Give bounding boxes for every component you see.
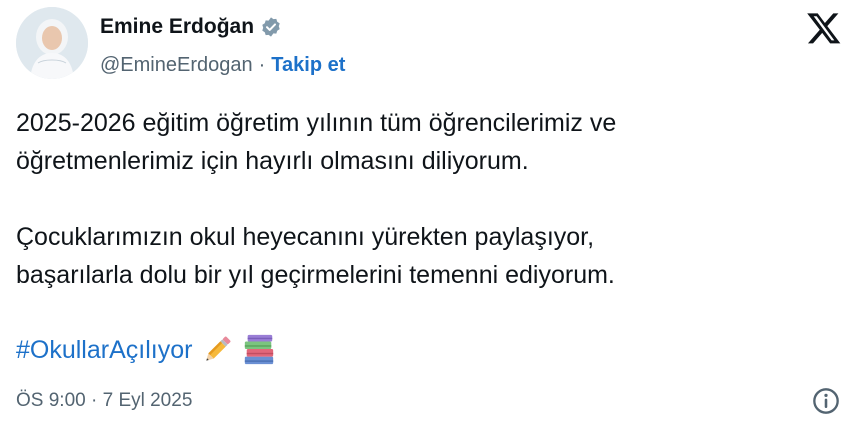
avatar-image [16, 7, 88, 79]
tweet-embed-card: Emine Erdoğan @EmineErdogan · Takip et 2… [0, 0, 856, 424]
info-icon[interactable] [812, 387, 840, 415]
avatar[interactable] [16, 7, 88, 79]
pencil-icon [206, 336, 231, 361]
books-icon [245, 334, 274, 365]
follow-button[interactable]: Takip et [271, 52, 345, 78]
author-name-row: Emine Erdoğan [100, 14, 282, 40]
tweet-paragraph: 2025-2026 eğitim öğretim yılının tüm öğr… [16, 109, 617, 175]
hashtag-row: #OkullarAçılıyor [16, 331, 276, 369]
x-logo-icon[interactable] [806, 10, 842, 46]
separator-dot: · [258, 54, 266, 76]
author-handle-row: @EmineErdogan · Takip et [100, 52, 345, 78]
hashtag-link[interactable]: #OkullarAçılıyor [16, 331, 192, 369]
verified-badge-icon [262, 17, 280, 37]
tweet-paragraph: Çocuklarımızın okul heyecanını yürekten … [16, 223, 615, 289]
tweet-text: 2025-2026 eğitim öğretim yılının tüm öğr… [16, 104, 836, 294]
author-handle[interactable]: @EmineErdogan [100, 52, 253, 78]
timestamp[interactable]: ÖS 9:00 · 7 Eyl 2025 [16, 389, 192, 413]
author-name[interactable]: Emine Erdoğan [100, 14, 254, 40]
